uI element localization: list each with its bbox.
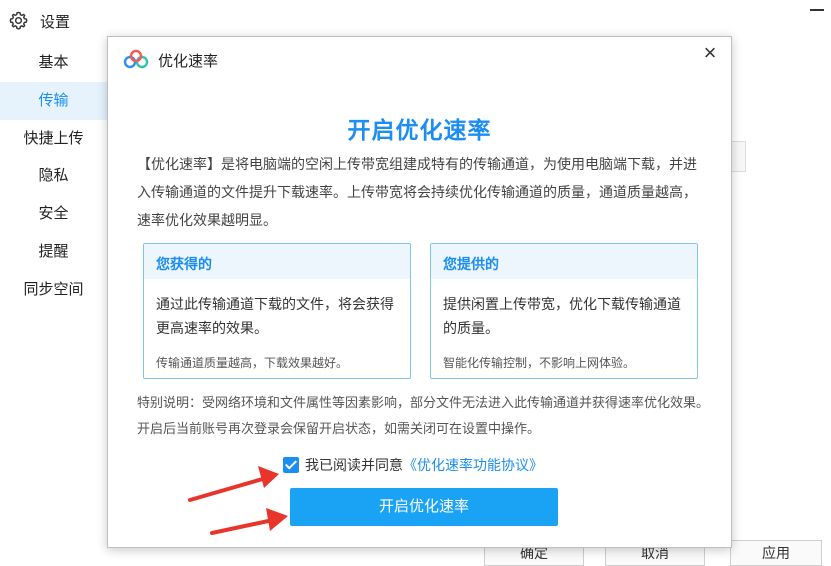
dialog-title: 优化速率 [158, 53, 219, 70]
minimize-icon[interactable] [810, 9, 824, 11]
agreement-link[interactable]: 《优化速率功能协议》 [403, 457, 543, 473]
cloud-logo-icon [123, 49, 149, 69]
benefit-card-note: 传输通道质量越高，下载效果越好。 [156, 356, 349, 370]
sidebar-item-quick-upload[interactable]: 快捷上传 [0, 120, 107, 158]
agreement-checkbox[interactable] [283, 457, 299, 474]
benefit-card-body: 通过此传输通道下载的文件，将会获得更高速率的效果。 [156, 296, 394, 336]
settings-title: 设置 [40, 14, 71, 31]
agreement-text: 我已阅读并同意 [305, 457, 403, 473]
benefit-card: 您获得的 通过此传输通道下载的文件，将会获得更高速率的效果。 传输通道质量越高，… [143, 243, 411, 379]
sidebar-item-basic[interactable]: 基本 [0, 44, 107, 82]
optimize-rate-dialog: 优化速率 × 开启优化速率 【优化速率】是将电脑端的空闲上传带宽组建成特有的传输… [107, 36, 732, 548]
benefit-card-heading: 您获得的 [144, 244, 410, 279]
contribution-card-note: 智能化传输控制，不影响上网体验。 [443, 356, 636, 370]
dialog-headline: 开启优化速率 [347, 117, 492, 143]
dialog-notice: 特别说明：受网络环境和文件属性等因素影响，部分文件无法进入此传输通道并获得速率优… [137, 395, 710, 436]
background-input-edge [731, 141, 746, 172]
enable-optimize-rate-button[interactable]: 开启优化速率 [290, 488, 558, 526]
sidebar-item-sync-space[interactable]: 同步空间 [0, 271, 107, 309]
close-icon[interactable]: × [699, 42, 721, 64]
contribution-card: 您提供的 提供闲置上传带宽，优化下载传输通道的质量。 智能化传输控制，不影响上网… [430, 243, 698, 379]
settings-header: 设置 [0, 0, 831, 40]
apply-button[interactable]: 应用 [730, 540, 822, 566]
gear-icon [9, 11, 28, 30]
sidebar-item-privacy[interactable]: 隐私 [0, 157, 107, 195]
contribution-card-heading: 您提供的 [431, 244, 697, 279]
settings-sidebar: 基本 传输 快捷上传 隐私 安全 提醒 同步空间 [0, 44, 107, 309]
sidebar-item-transfer[interactable]: 传输 [0, 81, 107, 120]
agreement-row: 我已阅读并同意《优化速率功能协议》 [283, 455, 543, 477]
sidebar-item-reminder[interactable]: 提醒 [0, 233, 107, 271]
sidebar-item-security[interactable]: 安全 [0, 195, 107, 233]
dialog-intro: 【优化速率】是将电脑端的空闲上传带宽组建成特有的传输通道，为使用电脑端下载，并进… [137, 156, 697, 228]
contribution-card-body: 提供闲置上传带宽，优化下载传输通道的质量。 [443, 296, 681, 336]
